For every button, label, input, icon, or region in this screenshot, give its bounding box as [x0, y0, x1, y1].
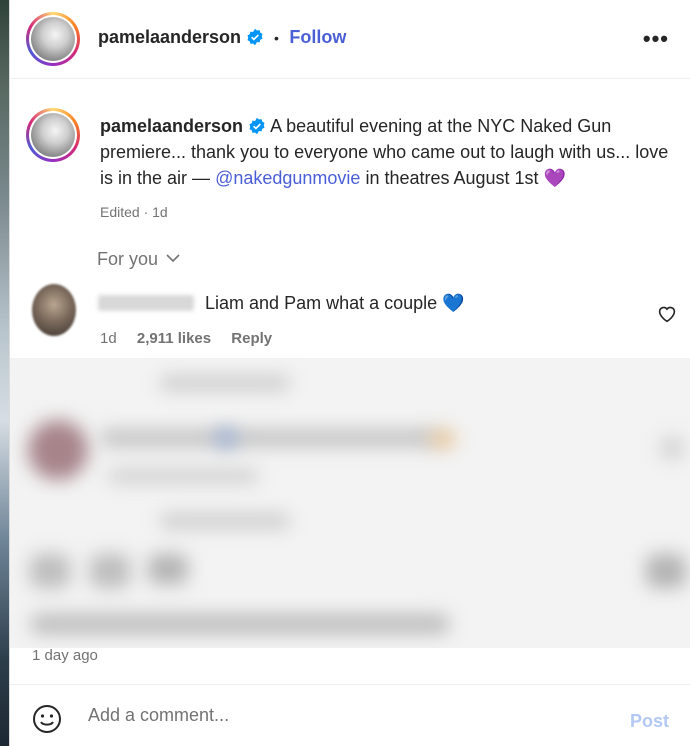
caption: pamelaanderson A beautiful evening at th… [100, 113, 670, 225]
blue-heart-emoji: 💙 [442, 293, 465, 313]
add-comment-bar: Post [10, 688, 690, 746]
comment-age: 1d [100, 330, 117, 347]
background-strip [0, 0, 9, 746]
post-header: pamelaanderson • Follow ••• [10, 0, 690, 79]
post-detail-panel: pamelaanderson • Follow ••• pamelaanders… [9, 0, 690, 746]
comment-likes[interactable]: 2,911 likes [137, 330, 211, 347]
post-comment-button[interactable]: Post [624, 710, 675, 733]
like-heart-icon[interactable] [657, 305, 677, 323]
caption-tail: in theatres August 1st [365, 168, 539, 188]
add-comment-input[interactable] [86, 704, 610, 727]
purple-heart-emoji: 💜 [543, 168, 566, 188]
divider [10, 684, 690, 685]
verified-badge-icon [249, 117, 265, 135]
caption-username[interactable]: pamelaanderson [100, 116, 243, 136]
post-timestamp[interactable]: 1 day ago [32, 647, 98, 664]
more-options-icon[interactable]: ••• [643, 26, 669, 52]
chevron-down-icon [166, 254, 180, 263]
blurred-content-region [10, 358, 690, 648]
follow-button[interactable]: Follow [289, 27, 346, 47]
comment-meta: 1d 2,911 likes Reply [100, 330, 288, 347]
comment-body: Liam and Pam what a couple 💙 [98, 293, 465, 314]
header-separator: • [273, 30, 279, 46]
emoji-icon[interactable] [32, 704, 62, 734]
comment-filter-dropdown[interactable]: For you [97, 249, 181, 270]
avatar[interactable] [26, 12, 80, 66]
caption-avatar[interactable] [26, 108, 80, 162]
verified-badge-icon [247, 28, 263, 46]
comment-text: Liam and Pam what a couple [205, 293, 438, 313]
edited-timestamp: Edited · 1d [100, 204, 168, 220]
header-username[interactable]: pamelaanderson [98, 27, 241, 47]
reply-button[interactable]: Reply [231, 330, 272, 347]
commenter-avatar[interactable] [32, 284, 76, 336]
blurred-commenter-username[interactable] [98, 295, 194, 311]
comment-filter-label: For you [97, 249, 159, 269]
caption-mention-link[interactable]: @nakedgunmovie [215, 168, 360, 188]
